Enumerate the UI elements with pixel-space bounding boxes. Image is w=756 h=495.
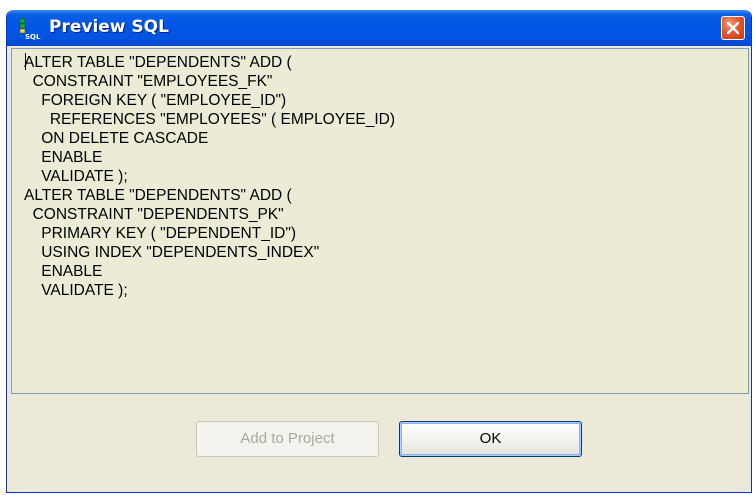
sql-line: REFERENCES "EMPLOYEES" ( EMPLOYEE_ID) [24,111,396,128]
dialog-title: Preview SQL [49,17,169,37]
button-bar: Add to Project OK [7,398,751,492]
preview-sql-dialog: SQL Preview SQL ALTER TABLE "DEPENDENTS"… [6,10,752,493]
sql-line: CONSTRAINT "EMPLOYEES_FK" [24,73,273,90]
svg-text:SQL: SQL [25,33,41,40]
ok-button[interactable]: OK [399,421,582,457]
sql-line: VALIDATE ); [24,282,128,299]
sql-line: ENABLE [24,263,103,280]
sql-line: VALIDATE ); [24,168,128,185]
close-icon [726,21,740,35]
sql-line: ALTER TABLE "DEPENDENTS" ADD ( [24,187,292,204]
sql-line: ENABLE [24,149,103,166]
title-bar[interactable]: SQL Preview SQL [7,10,751,46]
sql-line: USING INDEX "DEPENDENTS_INDEX" [24,244,320,261]
sql-line: PRIMARY KEY ( "DEPENDENT_ID") [24,225,296,242]
sql-icon: SQL [18,18,42,41]
sql-line: ALTER TABLE "DEPENDENTS" ADD ( [24,54,292,71]
sql-line: CONSTRAINT "DEPENDENTS_PK" [24,206,284,223]
close-button[interactable] [721,16,745,40]
add-to-project-button[interactable]: Add to Project [196,421,379,457]
sql-line: FOREIGN KEY ( "EMPLOYEE_ID") [24,92,287,109]
sql-preview-text[interactable]: ALTER TABLE "DEPENDENTS" ADD ( CONSTRAIN… [11,48,749,394]
sql-line: ON DELETE CASCADE [24,130,209,147]
